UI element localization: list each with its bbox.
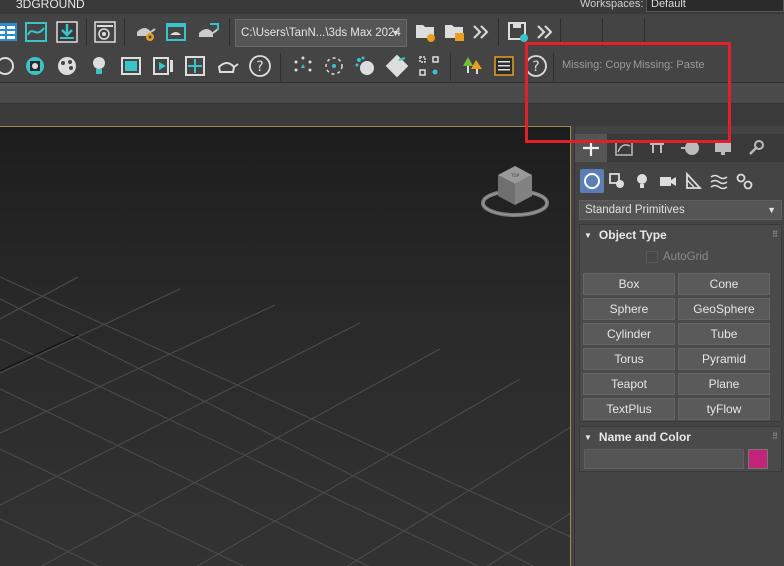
toolbar-separator [124, 18, 125, 46]
sphere-geometry-icon [584, 173, 600, 189]
toolbar-separator [86, 18, 87, 46]
box-button[interactable]: Box [583, 273, 675, 295]
distribute-points-icon[interactable] [416, 53, 442, 79]
autogrid-label: AutoGrid [663, 251, 709, 263]
subtab-space-warps[interactable] [707, 169, 731, 193]
workspaces-label: Workspaces: [580, 0, 644, 10]
subtab-geometry[interactable] [580, 169, 604, 193]
category-dropdown[interactable]: Standard Primitives ▼ [579, 200, 782, 220]
scene-explorer-icon[interactable] [0, 19, 20, 45]
render-production-icon[interactable] [195, 19, 221, 45]
toolbar-separator [280, 53, 281, 81]
tape-measure-icon [686, 172, 702, 189]
chevron-down-icon: ▼ [391, 28, 400, 38]
perspective-viewport[interactable]: TOP [0, 126, 571, 566]
lightbulb-icon[interactable] [86, 53, 112, 79]
reset-icon[interactable] [0, 53, 18, 79]
project-path-text: C:\Users\TanN...\3ds Max 2024 [241, 27, 401, 39]
autogrid-checkbox[interactable] [646, 251, 658, 263]
svg-text:TOP: TOP [510, 173, 520, 178]
name-and-color-rollout-header[interactable]: ▼ Name and Color ⠿ [580, 427, 781, 447]
lightbulb-icon [637, 174, 647, 188]
project-folder-icon[interactable] [441, 19, 467, 45]
create-subcategory-tabs [575, 166, 784, 196]
subtab-cameras[interactable] [656, 169, 680, 193]
space-warp-icon [710, 174, 728, 190]
textplus-button[interactable]: TextPlus [583, 398, 675, 420]
tab-utilities[interactable] [740, 134, 772, 162]
object-type-rollout-header[interactable]: ▼ Object Type ⠿ [580, 225, 781, 245]
tube-button[interactable]: Tube [678, 323, 770, 345]
render-setup-icon[interactable] [92, 19, 118, 45]
subtab-systems[interactable] [732, 169, 756, 193]
subtab-shapes[interactable] [605, 169, 629, 193]
chevron-down-icon: ▼ [767, 205, 776, 215]
teapot-button[interactable]: Teapot [583, 373, 675, 395]
autogrid-option: AutoGrid [646, 251, 708, 263]
subtab-helpers[interactable] [681, 169, 705, 193]
app-title: 3DGROUND [16, 0, 85, 11]
align-points-icon[interactable] [290, 53, 316, 79]
safe-frame-icon[interactable] [182, 53, 208, 79]
pyramid-button[interactable]: Pyramid [678, 348, 770, 370]
list-panel-icon[interactable] [491, 53, 517, 79]
object-color-swatch[interactable] [748, 449, 768, 469]
toolbar-separator [229, 18, 230, 46]
curve-editor-icon[interactable] [23, 19, 49, 45]
help-icon[interactable]: ? [247, 53, 273, 79]
object-type-title: Object Type [598, 228, 667, 242]
collapse-triangle-icon: ▼ [584, 433, 592, 442]
collapse-triangle-icon: ▼ [584, 231, 592, 240]
torus-button[interactable]: Torus [583, 348, 675, 370]
subtab-lights[interactable] [630, 169, 654, 193]
workspaces-dropdown[interactable]: Default [646, 0, 784, 12]
render-teapot-gear-icon[interactable] [132, 19, 158, 45]
select-center-icon[interactable] [321, 53, 347, 79]
teapot-icon[interactable] [214, 53, 240, 79]
wrench-icon [749, 140, 764, 155]
material-editor-icon[interactable] [54, 53, 80, 79]
forest-trees-icon[interactable] [460, 53, 486, 79]
shapes-icon [609, 173, 624, 188]
import-icon[interactable] [54, 19, 80, 45]
more-tools-chevron-icon[interactable] [468, 19, 494, 45]
toolbar-separator [450, 53, 451, 81]
tyflow-button[interactable]: tyFlow [678, 398, 770, 420]
rendered-frame-window-icon[interactable] [163, 19, 189, 45]
plane-button[interactable]: Plane [678, 373, 770, 395]
highlight-annotation-box [525, 42, 731, 143]
object-type-rollout: ▼ Object Type ⠿ AutoGrid Box Cone Sphere … [579, 224, 782, 422]
name-and-color-rollout: ▼ Name and Color ⠿ [579, 426, 782, 472]
sphere-button[interactable]: Sphere [583, 298, 675, 320]
render-frame-icon[interactable] [118, 53, 144, 79]
material-browser-icon[interactable] [22, 53, 48, 79]
camera-icon [660, 177, 676, 186]
cone-button[interactable]: Cone [678, 273, 770, 295]
geosphere-button[interactable]: GeoSphere [678, 298, 770, 320]
project-path-dropdown[interactable]: C:\Users\TanN...\3ds Max 2024 ▼ [235, 19, 407, 47]
name-and-color-title: Name and Color [598, 430, 691, 444]
drag-grip-icon[interactable]: ⠿ [772, 427, 778, 447]
systems-gear-icon [736, 173, 753, 190]
toolbar-separator [498, 18, 499, 46]
cylinder-button[interactable]: Cylinder [583, 323, 675, 345]
particles-icon[interactable] [352, 53, 378, 79]
menu-bar: 3DGROUND Workspaces: Default [0, 0, 784, 13]
object-name-field[interactable] [584, 449, 744, 469]
play-render-icon[interactable] [150, 53, 176, 79]
command-panel: Standard Primitives ▼ ▼ Object Type ⠿ Aut… [574, 126, 784, 566]
category-value: Standard Primitives [585, 204, 685, 216]
project-folder-settings-icon[interactable] [412, 19, 438, 45]
drag-grip-icon[interactable]: ⠿ [772, 225, 778, 245]
viewcube[interactable]: TOP [478, 161, 552, 223]
svg-text:?: ? [256, 59, 263, 75]
paint-bucket-icon[interactable] [384, 53, 410, 79]
